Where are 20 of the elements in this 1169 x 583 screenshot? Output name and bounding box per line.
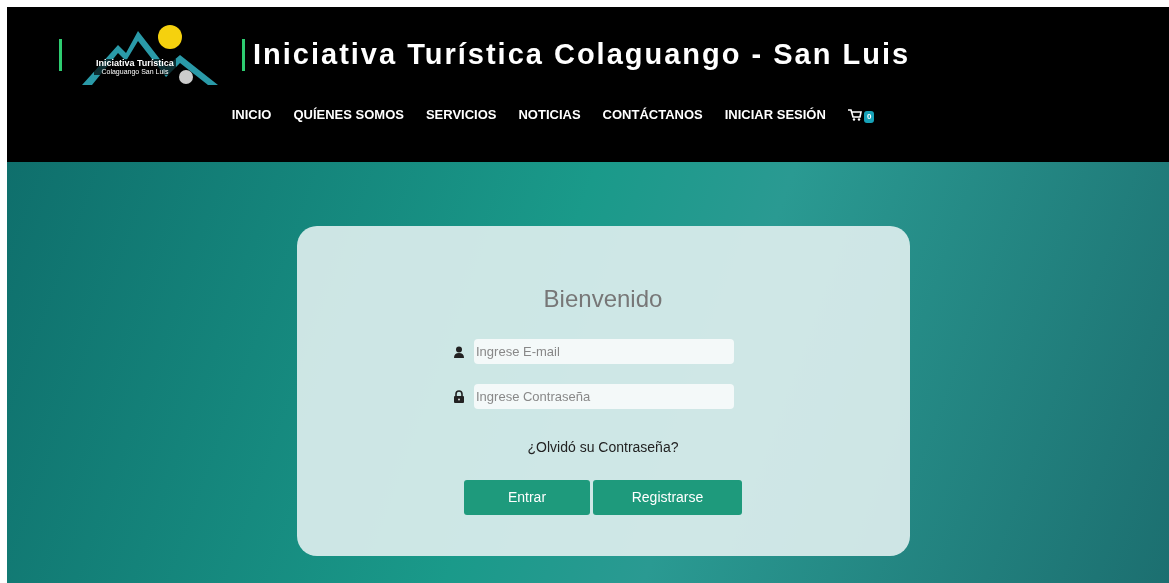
logo-text: Iniciativa Turística (96, 59, 174, 68)
cart-icon (847, 108, 862, 121)
nav-link[interactable]: INICIAR SESIÓN (724, 105, 826, 125)
nav-link[interactable]: QUÍENES SOMOS (293, 105, 404, 125)
nav-link[interactable]: CONTÁCTANOS (602, 105, 703, 125)
login-button[interactable]: Entrar (464, 480, 590, 515)
nav-link[interactable]: NOTICIAS (518, 105, 581, 125)
user-icon (454, 345, 464, 358)
register-button[interactable]: Registrarse (593, 480, 742, 515)
accent-bar (242, 39, 245, 71)
accent-bar (59, 39, 62, 71)
cart-count-badge: 0 (863, 110, 875, 123)
email-field[interactable]: Ingrese E-mail (474, 339, 734, 364)
site-title: Iniciativa Turística Colaguango - San Luis (253, 37, 911, 73)
nav-link[interactable]: INICIO (231, 105, 272, 125)
nav-link[interactable]: SERVICIOS (425, 105, 497, 125)
password-field[interactable]: Ingrese Contraseña (474, 384, 734, 409)
welcome-heading: Bienvenido (543, 284, 663, 314)
forgot-password-link[interactable]: ¿Olvidó su Contraseña? (527, 437, 679, 458)
lock-icon (454, 390, 464, 403)
